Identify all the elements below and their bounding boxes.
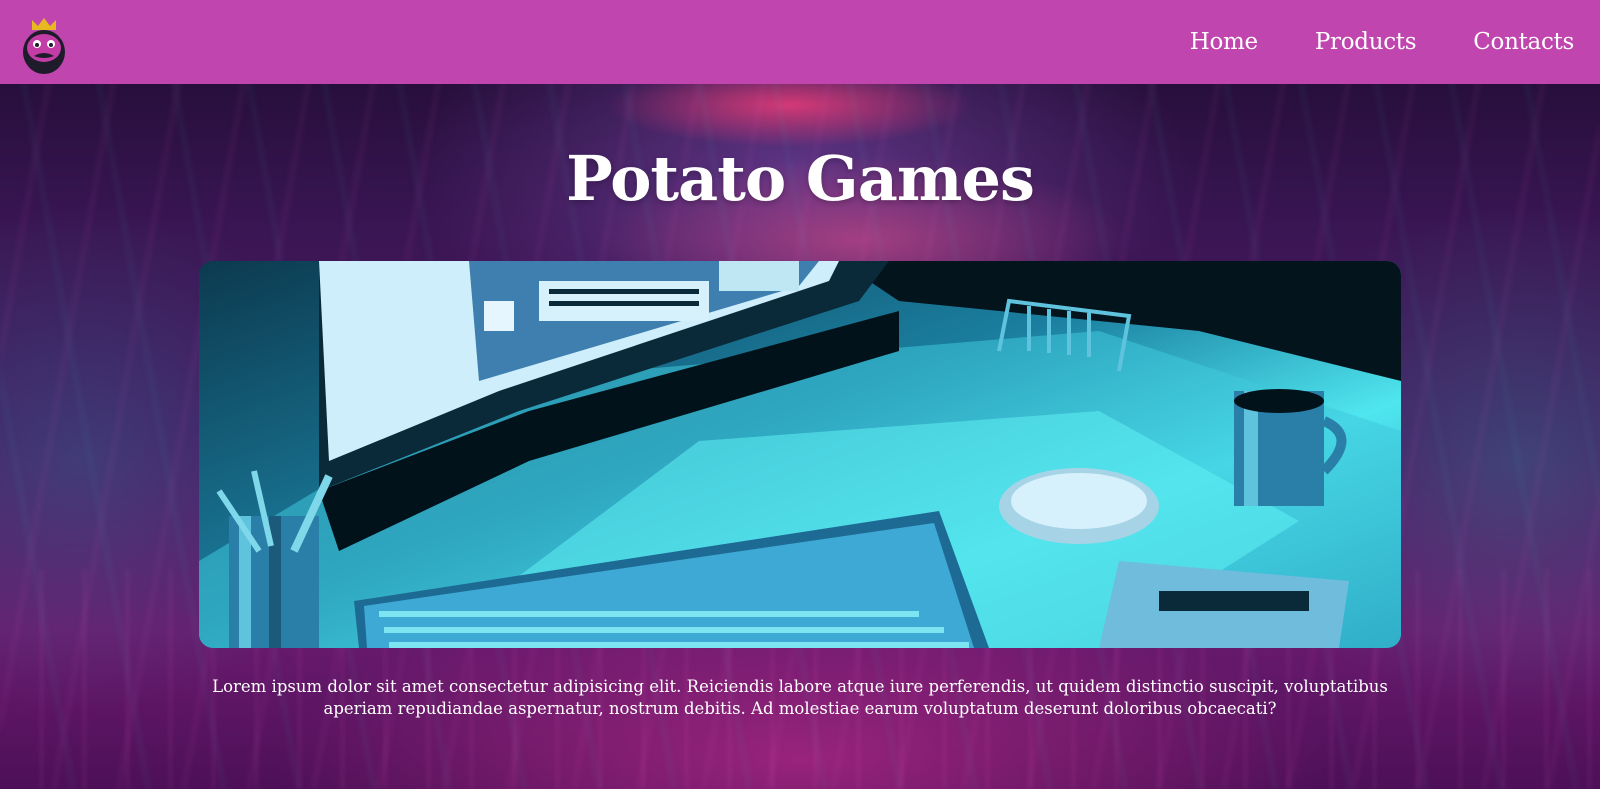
nav-contacts-link[interactable]: Contacts (1473, 29, 1574, 55)
nav-home-link[interactable]: Home (1190, 29, 1258, 55)
potato-king-mascot-icon (23, 18, 65, 74)
main-nav: Home Products Contacts (1190, 29, 1575, 55)
page-title: Potato Games (566, 142, 1035, 215)
hero-description: Lorem ipsum dolor sit amet consectetur a… (212, 677, 1388, 718)
hero-image (199, 261, 1401, 648)
logo-link[interactable] (20, 10, 68, 74)
nav-products-link[interactable]: Products (1315, 29, 1417, 55)
pixel-art-desk-illustration (199, 261, 1401, 648)
navbar: Home Products Contacts (0, 0, 1600, 84)
